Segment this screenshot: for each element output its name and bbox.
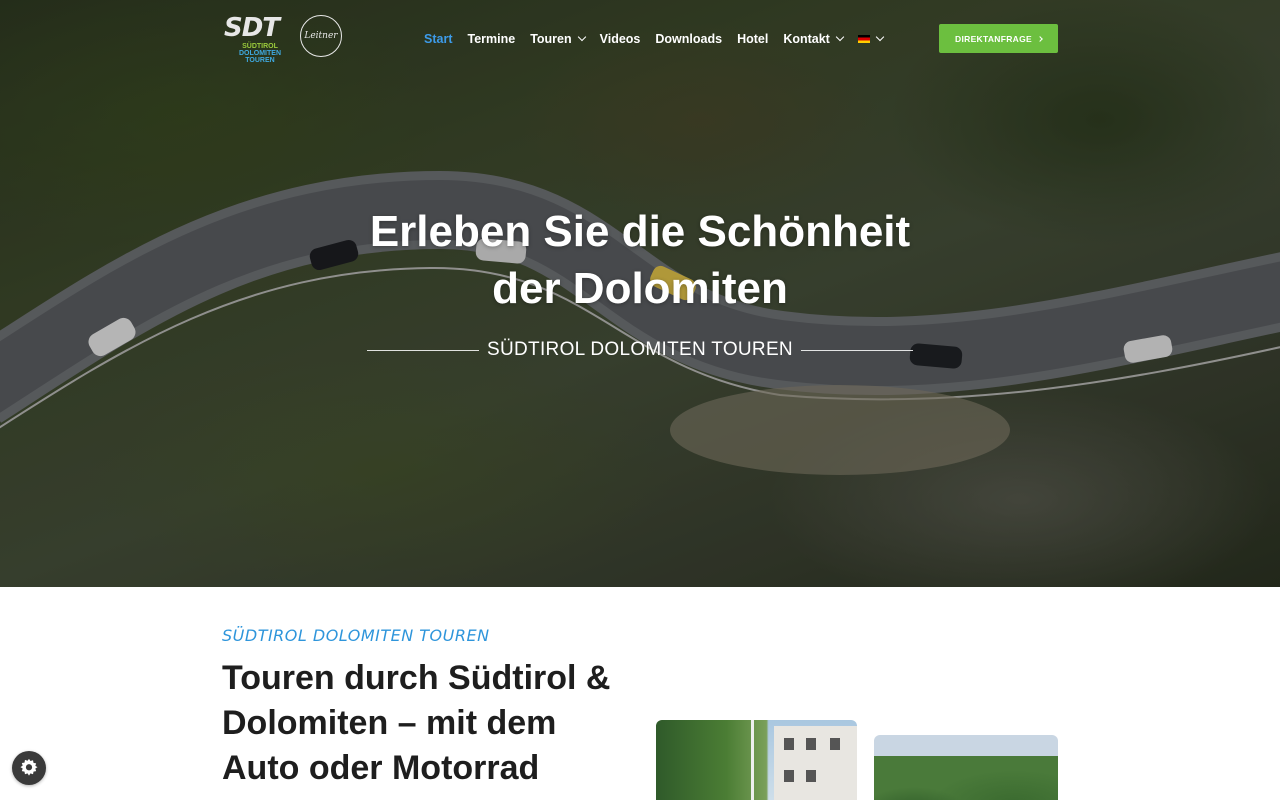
site-logo[interactable]: SDT SÜDTIROL DOLOMITEN TOUREN Leitner <box>222 13 344 65</box>
section-title-line3: Auto oder Motorrad <box>222 749 540 787</box>
tour-photo-forest <box>874 735 1058 800</box>
nav-item-hotel[interactable]: Hotel <box>737 32 768 46</box>
sdt-logo-mark: SDT SÜDTIROL DOLOMITEN TOUREN <box>222 13 298 64</box>
nav-item-downloads[interactable]: Downloads <box>655 32 722 46</box>
nav-label: Touren <box>530 32 572 46</box>
nav-label: Termine <box>467 32 516 46</box>
section-title-line1: Touren durch Südtirol & <box>222 659 611 697</box>
divider-line <box>800 349 913 351</box>
nav-label: Hotel <box>737 32 769 46</box>
section-title: Touren durch Südtirol & Dolomiten – mit … <box>222 656 622 791</box>
chevron-down-icon <box>835 32 845 42</box>
main-nav: Start Termine Touren Videos Downloads Ho… <box>424 30 898 48</box>
hero-subtitle: SÜDTIROL DOLOMITEN TOUREN <box>367 339 913 361</box>
hero-title-line1: Erleben Sie die Schönheit <box>369 207 911 256</box>
chevron-down-icon <box>577 32 586 42</box>
nav-label: Downloads <box>655 32 723 46</box>
gear-icon <box>20 758 38 776</box>
logo-line3: TOUREN <box>245 57 275 64</box>
nav-label: Start <box>424 32 453 46</box>
nav-label: Videos <box>599 32 641 46</box>
nav-item-kontakt[interactable]: Kontakt <box>783 32 845 46</box>
cta-label: DIREKTANFRAGE <box>955 33 1032 44</box>
language-switcher[interactable] <box>857 32 885 43</box>
lamp-pole <box>751 720 754 800</box>
nav-item-termine[interactable]: Termine <box>467 32 515 46</box>
section-title-line2: Dolomiten – mit dem <box>222 704 557 742</box>
nav-label: Kontakt <box>783 32 830 46</box>
nav-item-videos[interactable]: Videos <box>600 32 641 46</box>
hero-subtitle-text: SÜDTIROL DOLOMITEN TOUREN <box>487 339 793 360</box>
divider-line <box>367 349 480 351</box>
hero-title-line2: der Dolomiten <box>492 264 788 313</box>
chevron-down-icon <box>875 32 885 42</box>
hero-title: Erleben Sie die Schönheit der Dolomiten <box>340 203 940 317</box>
cookie-settings-button[interactable] <box>12 751 46 785</box>
logo-mark-text: SDT <box>224 13 280 43</box>
nav-item-touren[interactable]: Touren <box>530 32 586 46</box>
logo-line2: DOLOMITEN <box>239 50 281 57</box>
house <box>774 726 857 800</box>
german-flag-icon <box>857 35 870 43</box>
direktanfrage-button[interactable]: DIREKTANFRAGE <box>939 24 1058 53</box>
partner-logo: Leitner <box>300 15 342 57</box>
partner-logo-text: Leitner <box>304 31 338 41</box>
tour-photo-village <box>656 720 857 800</box>
logo-line1: SÜDTIROL <box>242 43 278 50</box>
chevron-right-icon <box>1037 35 1043 42</box>
nav-item-start[interactable]: Start <box>424 32 452 46</box>
section-eyebrow: SÜDTIROL DOLOMITEN TOUREN <box>222 626 490 645</box>
